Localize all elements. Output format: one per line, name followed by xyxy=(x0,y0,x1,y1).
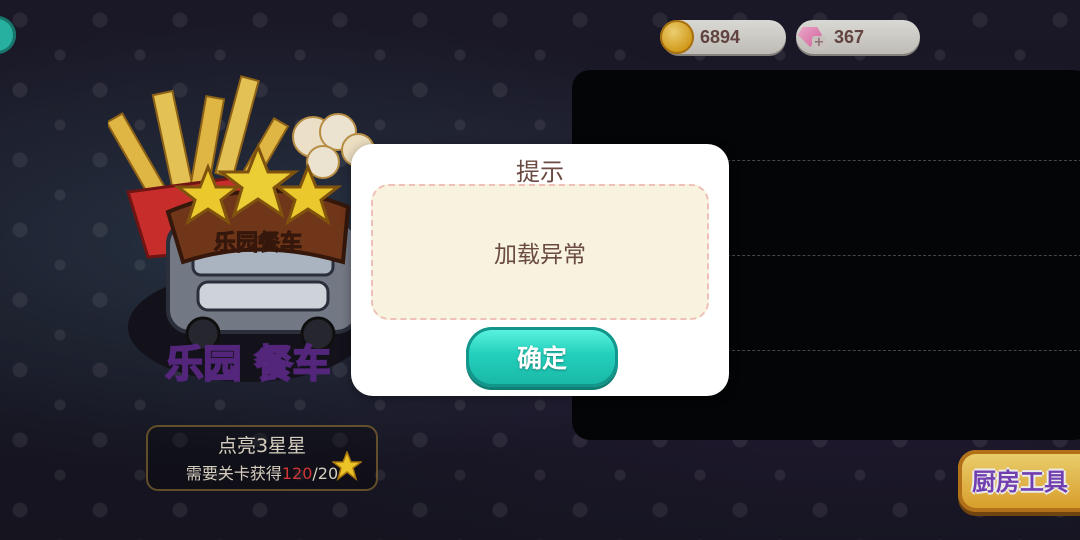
dialog-title: 提示 xyxy=(516,158,564,186)
dialog-message: 加载异常 xyxy=(494,242,586,268)
dialog-message-box: 加载异常 xyxy=(371,184,709,320)
confirm-button[interactable]: 确定 xyxy=(466,327,618,387)
alert-dialog: 提示 加载异常 确定 xyxy=(351,144,729,396)
